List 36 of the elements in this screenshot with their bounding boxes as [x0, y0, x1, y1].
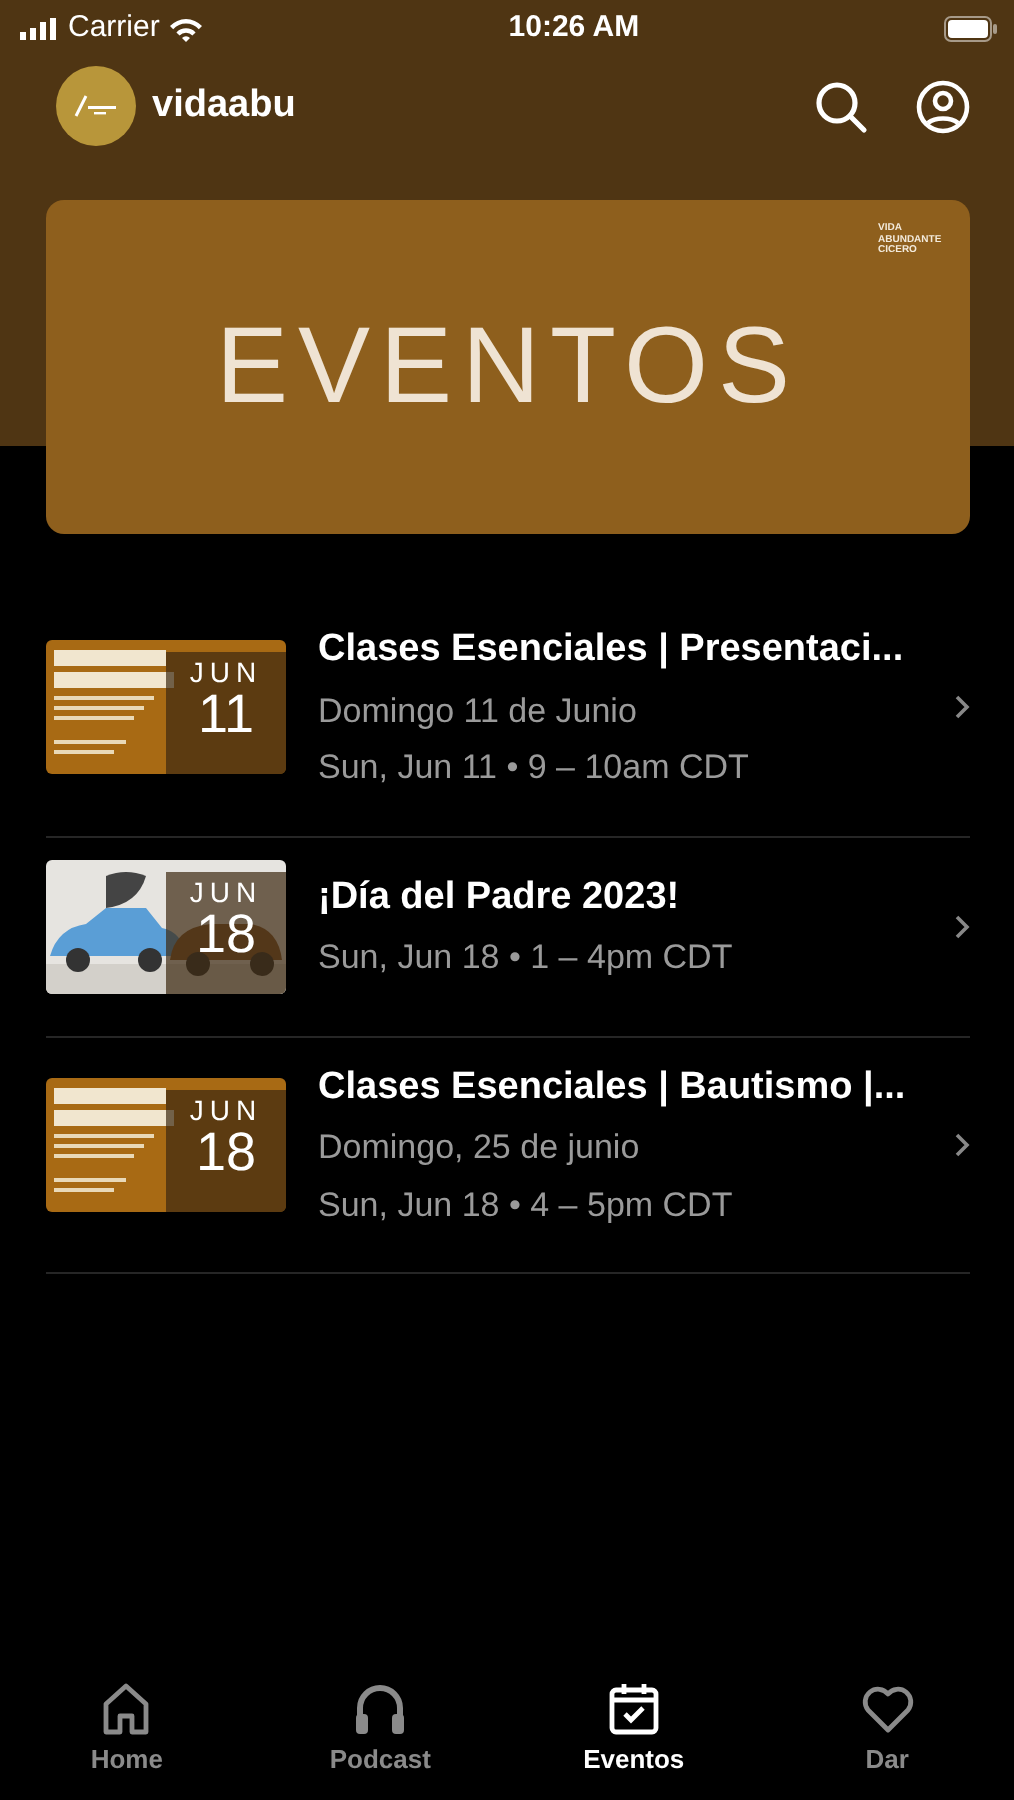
date-day: 18: [166, 1123, 286, 1183]
tab-button[interactable]: Podcast: [310, 1680, 451, 1779]
tab-button[interactable]: Eventos: [563, 1680, 704, 1779]
date-day: 18: [166, 905, 286, 965]
chevron-icon: [954, 694, 970, 721]
event-title: ¡Día del Padre 2023!: [318, 873, 682, 921]
wifi-icon: [167, 15, 204, 41]
event-detail: Sun, Jun 18 • 4 – 5pm CDT: [318, 1183, 735, 1227]
event-row[interactable]: JUN 11 Clases Esenciales | Presentaci... Domingo 11 de Junio Sun, Jun 11 • 9 – 10am CDT: [46, 600, 970, 837]
event-detail: Sun, Jun 11 • 9 – 10am CDT: [318, 746, 751, 790]
chevron-icon: [954, 1131, 970, 1158]
event-detail: Domingo, 25 de junio: [318, 1126, 642, 1170]
chevron-icon: [954, 913, 970, 939]
date-month: JUN: [187, 658, 265, 687]
date-day: 11: [166, 686, 286, 746]
app-title: vidaabu: [152, 81, 296, 130]
search-icon[interactable]: [814, 79, 868, 133]
headphones-icon: [352, 1680, 409, 1736]
event-row[interactable]: JUN 18 Clases Esenciales | Bautismo |... Domingo, 25 de junio Sun, Jun 18 • 4 – 5pm CDT: [46, 1037, 970, 1274]
event-row[interactable]: JUN 18 ¡Día del Padre 2023! Sun, Jun 18 • 1 – 4pm CDT: [46, 837, 970, 1037]
tab-button[interactable]: Home: [56, 1680, 197, 1779]
event-title: Clases Esenciales | Bautismo |...: [318, 1063, 908, 1111]
date-month: JUN: [187, 1095, 265, 1124]
event-detail: Domingo 11 de Junio: [318, 689, 639, 733]
date-month: JUN: [187, 877, 265, 905]
calendar-icon: [605, 1680, 662, 1736]
tab-button[interactable]: Dar: [817, 1680, 958, 1779]
carrier-label: Carrier: [68, 7, 160, 48]
banner-title: EVENTOS: [215, 304, 801, 430]
status-time: 10:26 AM: [508, 7, 640, 48]
signal-icon: [20, 17, 60, 39]
event-detail: Sun, Jun 18 • 1 – 4pm CDT: [318, 936, 735, 980]
battery-icon: [944, 15, 998, 41]
profile-icon[interactable]: [916, 79, 970, 133]
event-title: Clases Esenciales | Presentaci...: [318, 626, 906, 674]
logo-icon: [56, 66, 136, 146]
